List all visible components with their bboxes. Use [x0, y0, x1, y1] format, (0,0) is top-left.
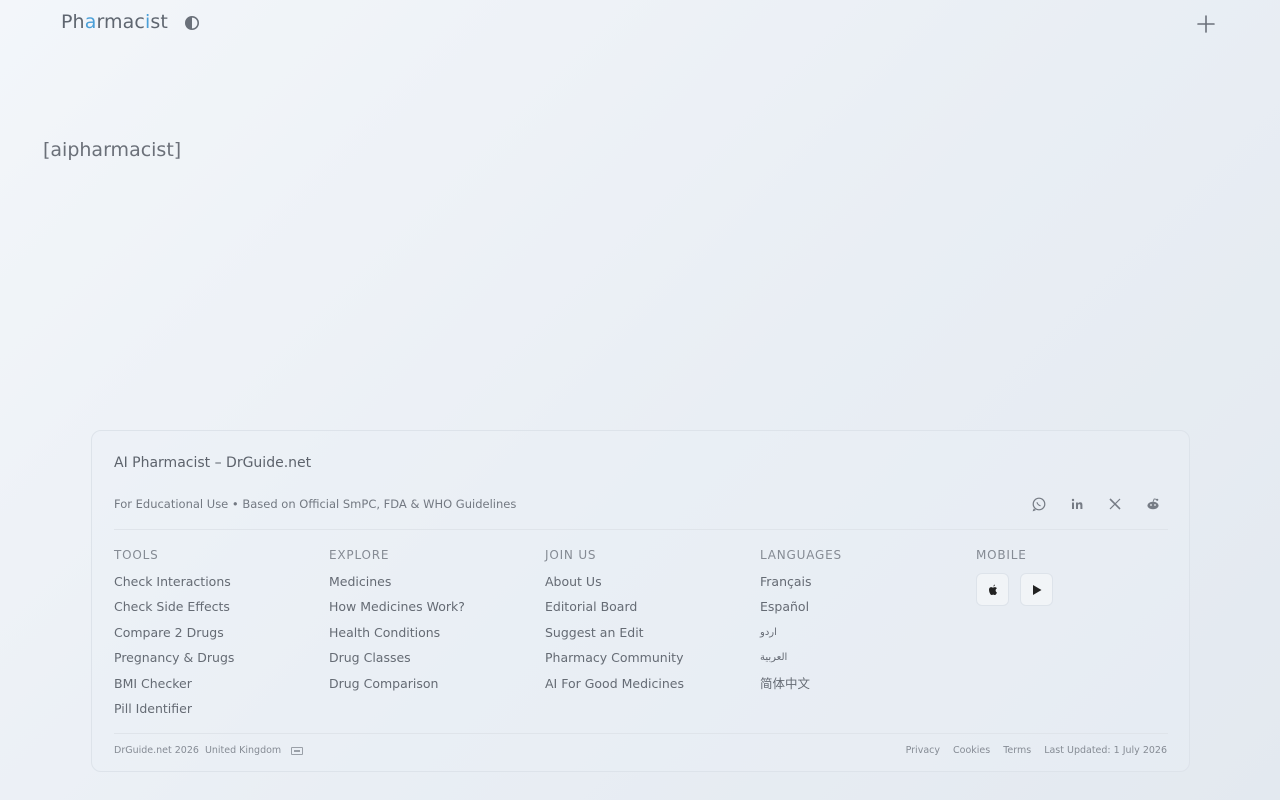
plus-icon — [1197, 15, 1215, 33]
copyright-text: DrGuide.net 2026 — [114, 745, 199, 756]
link-lang-french[interactable]: Français — [760, 573, 842, 598]
flag-icon — [291, 746, 304, 755]
reddit-icon[interactable] — [1144, 495, 1162, 513]
country-text: United Kingdom — [204, 745, 282, 756]
app-header: Pharmacist — [0, 0, 1280, 48]
link-drug-classes[interactable]: Drug Classes — [329, 649, 465, 674]
link-pharmacy-community[interactable]: Pharmacy Community — [545, 649, 684, 674]
app-store-button[interactable] — [976, 573, 1009, 606]
footer-divider — [114, 529, 1168, 530]
apple-icon — [988, 584, 997, 595]
logo-text-accent: a — [84, 11, 97, 33]
link-lang-chinese[interactable]: 简体中文 — [760, 675, 842, 700]
footer-col-join: JOIN US About Us Editorial Board Suggest… — [545, 548, 684, 700]
last-updated-text: Last Updated: 1 July 2026 — [1044, 745, 1167, 756]
col-heading: LANGUAGES — [760, 548, 842, 562]
link-health-conditions[interactable]: Health Conditions — [329, 624, 465, 649]
link-suggest-edit[interactable]: Suggest an Edit — [545, 624, 684, 649]
col-heading: JOIN US — [545, 548, 597, 562]
footer-col-languages: LANGUAGES Français Español اردو العربية … — [760, 548, 842, 700]
app-logo[interactable]: Pharmacist — [61, 11, 168, 33]
footer-col-mobile: MOBILE — [976, 548, 1053, 606]
col-heading: EXPLORE — [329, 548, 390, 562]
google-play-button[interactable] — [1020, 573, 1053, 606]
link-lang-arabic[interactable]: العربية — [760, 649, 842, 674]
link-pill-identifier[interactable]: Pill Identifier — [114, 700, 234, 725]
logo-text-part: rmac — [96, 11, 145, 33]
link-about-us[interactable]: About Us — [545, 573, 684, 598]
col-heading: MOBILE — [976, 548, 1027, 562]
theme-toggle-icon[interactable] — [184, 15, 200, 31]
link-lang-urdu[interactable]: اردو — [760, 624, 842, 649]
store-buttons — [976, 573, 1053, 606]
whatsapp-icon[interactable] — [1030, 495, 1048, 513]
cookies-link[interactable]: Cookies — [953, 745, 990, 756]
x-icon[interactable] — [1106, 495, 1124, 513]
site-footer: AI Pharmacist – DrGuide.net For Educatio… — [91, 430, 1190, 772]
link-check-side-effects[interactable]: Check Side Effects — [114, 598, 234, 623]
link-ai-for-good[interactable]: AI For Good Medicines — [545, 675, 684, 700]
link-how-medicines-work[interactable]: How Medicines Work? — [329, 598, 465, 623]
col-heading: TOOLS — [114, 548, 159, 562]
link-drug-comparison[interactable]: Drug Comparison — [329, 675, 465, 700]
linkedin-icon[interactable] — [1068, 495, 1086, 513]
link-bmi-checker[interactable]: BMI Checker — [114, 675, 234, 700]
link-compare-drugs[interactable]: Compare 2 Drugs — [114, 624, 234, 649]
footer-title: AI Pharmacist – DrGuide.net — [114, 455, 312, 471]
new-chat-button[interactable] — [1195, 13, 1217, 35]
link-editorial-board[interactable]: Editorial Board — [545, 598, 684, 623]
logo-text-part: st — [150, 11, 168, 33]
footer-bottom-right: Privacy Cookies Terms Last Updated: 1 Ju… — [906, 745, 1167, 756]
footer-col-tools: TOOLS Check Interactions Check Side Effe… — [114, 548, 234, 725]
footer-subtitle: For Educational Use • Based on Official … — [114, 497, 517, 511]
privacy-link[interactable]: Privacy — [906, 745, 940, 756]
logo-text-part: Ph — [61, 11, 85, 33]
link-lang-spanish[interactable]: Español — [760, 598, 842, 623]
terms-link[interactable]: Terms — [1003, 745, 1031, 756]
google-play-icon — [1032, 584, 1041, 595]
link-medicines[interactable]: Medicines — [329, 573, 465, 598]
link-check-interactions[interactable]: Check Interactions — [114, 573, 234, 598]
shortcode-placeholder: [aipharmacist] — [43, 139, 182, 161]
footer-divider-bottom — [114, 733, 1168, 734]
link-pregnancy-drugs[interactable]: Pregnancy & Drugs — [114, 649, 234, 674]
footer-bottom-left: DrGuide.net 2026 United Kingdom — [114, 745, 304, 756]
footer-col-explore: EXPLORE Medicines How Medicines Work? He… — [329, 548, 465, 700]
